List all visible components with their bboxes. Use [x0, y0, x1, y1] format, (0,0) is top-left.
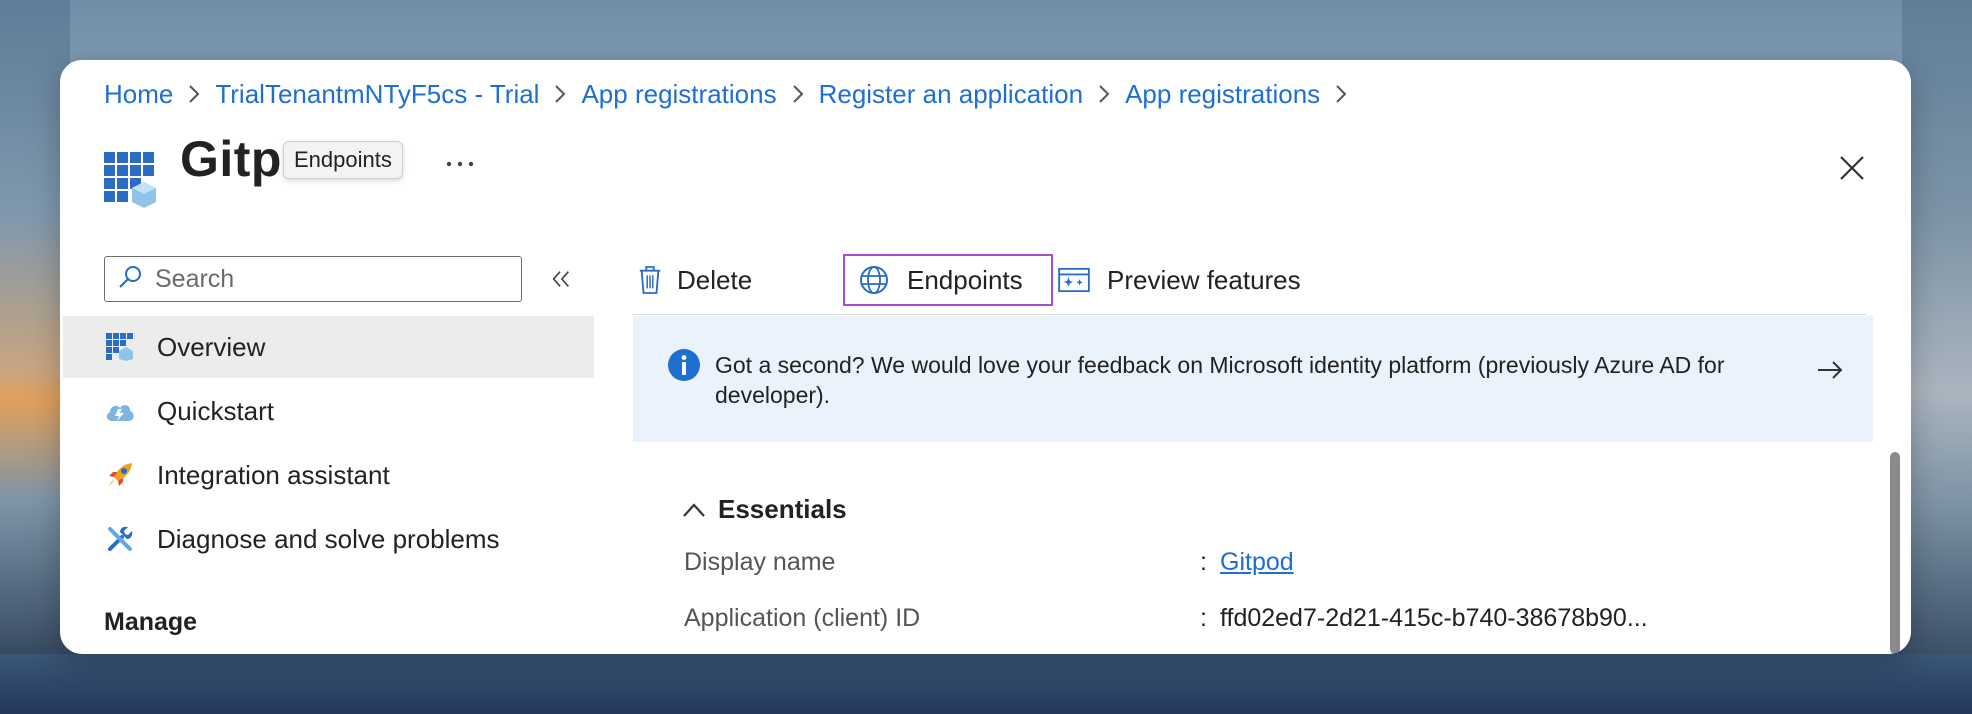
separator-colon: : — [1200, 548, 1207, 576]
client-id-label: Application (client) ID — [684, 604, 921, 632]
delete-label: Delete — [677, 264, 753, 295]
app-grid-icon — [104, 331, 136, 363]
info-icon — [667, 348, 701, 382]
double-chevron-left-icon — [552, 271, 569, 287]
sidebar-item-overview[interactable]: Overview — [63, 316, 594, 378]
arrow-right-icon[interactable] — [1815, 358, 1845, 382]
chevron-right-icon — [791, 83, 805, 105]
background-scenery-right — [1902, 0, 1972, 714]
banner-message: Got a second? We would love your feedbac… — [715, 352, 1725, 408]
delete-button[interactable]: Delete — [633, 254, 773, 306]
more-options-button[interactable] — [440, 144, 480, 184]
ellipsis-icon — [446, 161, 474, 167]
background-scenery-bottom — [0, 654, 1972, 714]
display-name-label: Display name — [684, 548, 836, 576]
page-title: Gitpod — [180, 131, 294, 187]
chevron-right-icon — [1097, 83, 1111, 105]
rocket-icon — [104, 459, 136, 491]
close-icon — [1840, 156, 1864, 180]
sidebar-item-quickstart[interactable]: Quickstart — [63, 380, 594, 442]
wrench-icon — [104, 523, 136, 555]
cloud-icon — [104, 395, 136, 427]
search-field[interactable] — [104, 256, 522, 302]
app-registration-icon — [104, 152, 160, 208]
endpoints-tooltip: Endpoints — [283, 141, 403, 179]
chevron-right-icon — [187, 83, 201, 105]
globe-icon — [857, 263, 891, 297]
search-input[interactable] — [153, 263, 497, 295]
app-registration-blade: Home TrialTenantmNTyF5cs - Trial App reg… — [60, 60, 1911, 654]
breadcrumb: Home TrialTenantmNTyF5cs - Trial App reg… — [104, 76, 1362, 112]
breadcrumb-register-application[interactable]: Register an application — [819, 79, 1084, 110]
endpoints-label: Endpoints — [907, 264, 1023, 295]
preview-features-button[interactable]: Preview features — [1057, 254, 1317, 306]
essentials-toggle[interactable]: Essentials — [682, 494, 847, 525]
essentials-title: Essentials — [718, 494, 847, 524]
display-name-link[interactable]: Gitpod — [1220, 548, 1294, 577]
scrollbar-thumb[interactable] — [1890, 452, 1900, 654]
breadcrumb-app-registrations-2[interactable]: App registrations — [1125, 79, 1320, 110]
sidebar-section-manage: Manage — [104, 608, 198, 636]
chevron-right-icon — [553, 83, 567, 105]
feedback-banner[interactable]: Got a second? We would love your feedbac… — [633, 316, 1873, 442]
close-button[interactable] — [1828, 144, 1876, 192]
trash-icon — [633, 263, 667, 297]
preview-features-label: Preview features — [1107, 264, 1301, 295]
sidebar-item-label: Integration assistant — [157, 459, 390, 490]
endpoints-button[interactable]: Endpoints — [843, 254, 1053, 306]
chevron-up-icon — [683, 502, 705, 517]
separator-colon: : — [1200, 604, 1207, 632]
sidebar-item-label: Diagnose and solve problems — [157, 523, 500, 554]
breadcrumb-home[interactable]: Home — [104, 79, 173, 110]
preview-features-icon — [1057, 263, 1091, 297]
breadcrumb-app-registrations[interactable]: App registrations — [581, 79, 776, 110]
sidebar-item-label: Quickstart — [157, 395, 275, 426]
breadcrumb-tenant[interactable]: TrialTenantmNTyF5cs - Trial — [215, 79, 539, 110]
collapse-sidebar-button[interactable] — [546, 264, 576, 294]
command-bar: Delete Endpoints Preview features — [633, 244, 1866, 315]
sidebar-item-integration-assistant[interactable]: Integration assistant — [63, 444, 594, 506]
client-id-value: ffd02ed7-2d21-415c-b740-38678b90... — [1220, 604, 1648, 632]
search-icon — [117, 264, 143, 295]
chevron-right-icon — [1334, 83, 1348, 105]
sidebar-item-diagnose[interactable]: Diagnose and solve problems — [63, 508, 594, 570]
sidebar-item-label: Overview — [157, 331, 266, 362]
